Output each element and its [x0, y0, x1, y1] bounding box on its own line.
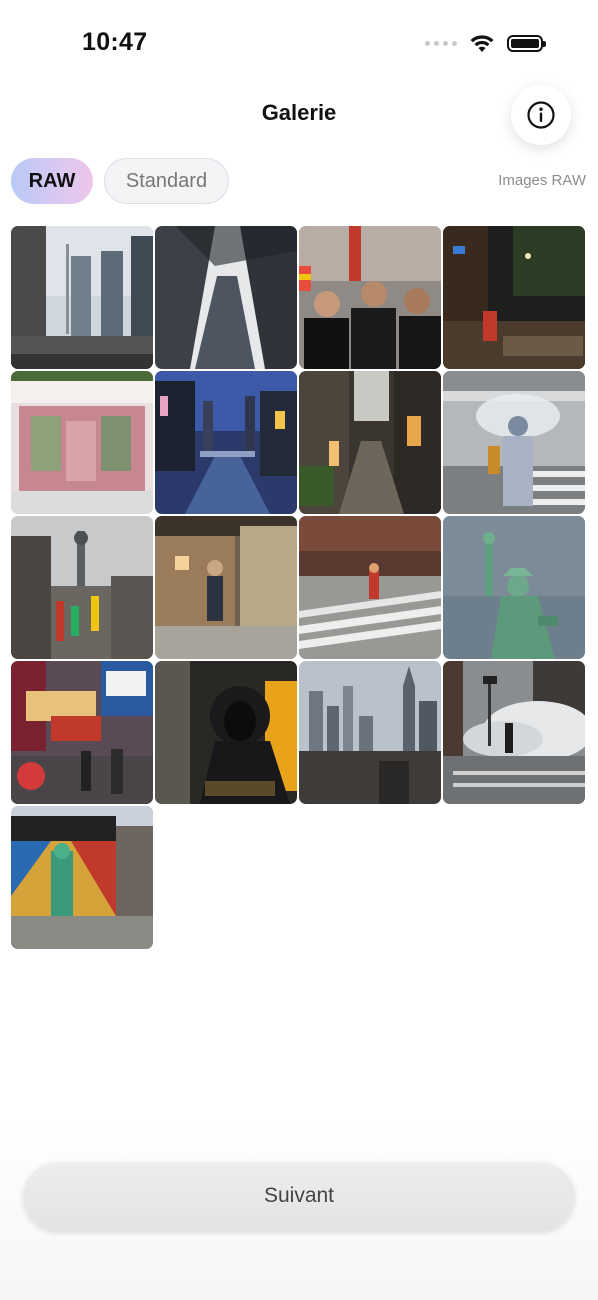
wifi-icon: [470, 35, 494, 52]
next-button[interactable]: Suivant: [23, 1161, 575, 1231]
photo-thumbnail[interactable]: [155, 371, 297, 514]
status-icons: [425, 33, 546, 53]
photo-thumbnail[interactable]: [443, 371, 585, 514]
photo-thumbnail[interactable]: [11, 661, 153, 804]
photo-thumbnail[interactable]: [443, 226, 585, 369]
info-button[interactable]: [511, 85, 571, 145]
photo-thumbnail[interactable]: [11, 226, 153, 369]
photo-thumbnail[interactable]: [443, 661, 585, 804]
info-icon: [527, 101, 555, 129]
photo-thumbnail[interactable]: [299, 516, 441, 659]
cellular-signal-icon: [425, 40, 457, 46]
photo-thumbnail[interactable]: [11, 516, 153, 659]
photo-thumbnail[interactable]: [299, 661, 441, 804]
mode-caption: Images RAW: [498, 172, 586, 189]
photo-thumbnail[interactable]: [155, 661, 297, 804]
photo-thumbnail[interactable]: [11, 371, 153, 514]
mode-raw-button[interactable]: RAW: [11, 158, 93, 204]
photo-thumbnail[interactable]: [11, 806, 153, 949]
photo-thumbnail[interactable]: [155, 226, 297, 369]
photo-grid: [11, 226, 587, 949]
status-bar: 10:47: [0, 0, 598, 88]
photo-thumbnail[interactable]: [299, 371, 441, 514]
mode-standard-button[interactable]: Standard: [104, 158, 229, 204]
page-title: Galerie: [261, 100, 337, 125]
battery-icon: [507, 34, 546, 52]
status-time: 10:47: [82, 28, 148, 56]
photo-thumbnail[interactable]: [155, 516, 297, 659]
photo-thumbnail[interactable]: [299, 226, 441, 369]
photo-thumbnail[interactable]: [443, 516, 585, 659]
